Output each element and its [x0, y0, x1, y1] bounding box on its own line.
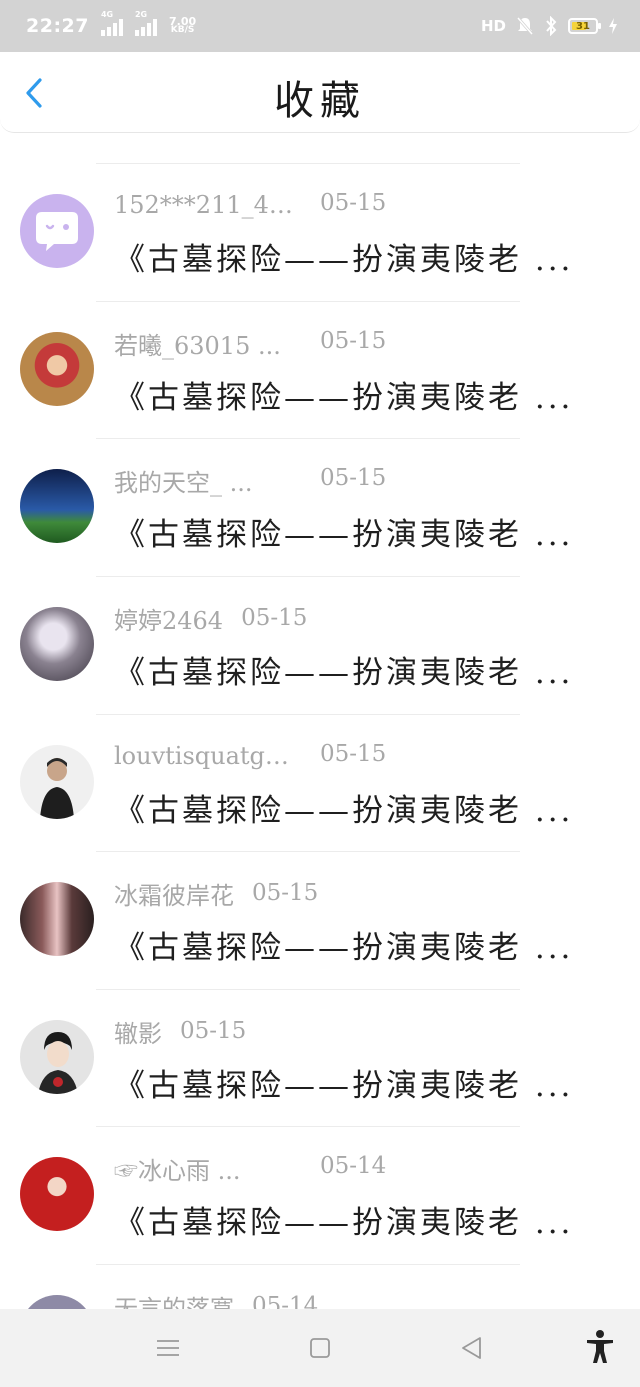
- username: 我的天空_ ...: [114, 468, 253, 497]
- square-icon: [310, 1338, 330, 1358]
- screen: 22:27 4G 2G 7.00 KB/S HD 31 收藏 152***211…: [0, 0, 640, 1387]
- avatar: [20, 1157, 94, 1231]
- username: 冰霜彼岸花: [114, 881, 234, 910]
- triangle-back-icon: [462, 1337, 481, 1359]
- accessibility-button[interactable]: [584, 1329, 616, 1365]
- signal-type-label: 4G: [100, 10, 114, 19]
- item-meta: ☞冰心雨 ... 05-14: [114, 1153, 386, 1185]
- date: 05-15: [241, 605, 308, 631]
- header: 收藏: [0, 52, 640, 133]
- date: 05-15: [180, 1018, 247, 1044]
- system-nav-bar: [0, 1309, 640, 1387]
- list-item[interactable]: ☞冰心雨 ... 05-14 《古墓探险——扮演夷陵老 ...: [0, 1127, 640, 1264]
- item-meta: louvtisquatg ... 05-15: [114, 741, 386, 771]
- person-portrait-icon: [38, 1032, 78, 1094]
- message-preview: 《古墓探险——扮演夷陵老 ...: [114, 793, 574, 829]
- list-item[interactable]: 152***211_4 ... 05-15 《古墓探险——扮演夷陵老 ...: [0, 164, 640, 301]
- avatar: [20, 469, 94, 543]
- list-item[interactable]: 辙影 05-15 《古墓探险——扮演夷陵老 ...: [0, 990, 640, 1127]
- avatar: [20, 607, 94, 681]
- date: 05-15: [320, 741, 387, 767]
- avatar: [20, 332, 94, 406]
- username: 152***211_4 ...: [114, 191, 294, 219]
- item-meta: 婷婷2464 05-15: [114, 603, 308, 635]
- menu-icon: [157, 1340, 179, 1356]
- page-title: 收藏: [274, 78, 366, 124]
- date: 05-14: [252, 1293, 319, 1309]
- network-speed-unit: KB/S: [170, 25, 195, 35]
- username: 若曦_63015 ...: [114, 331, 281, 360]
- message-preview: 《古墓探险——扮演夷陵老 ...: [114, 1205, 574, 1241]
- avatar: [20, 1295, 94, 1309]
- status-bar: 22:27 4G 2G 7.00 KB/S HD 31: [0, 0, 640, 52]
- username: 辙影: [114, 1019, 162, 1048]
- home-button[interactable]: [305, 1333, 335, 1363]
- item-meta: 无言的落寞 05-14: [114, 1291, 318, 1309]
- message-preview: 《古墓探险——扮演夷陵老 ...: [114, 517, 574, 553]
- bluetooth-icon: [546, 16, 557, 36]
- date: 05-15: [252, 880, 319, 906]
- charging-icon: [609, 18, 617, 34]
- favorites-list: 152***211_4 ... 05-15 《古墓探险——扮演夷陵老 ... 若…: [0, 132, 640, 1309]
- signal-icon: 4G: [100, 10, 123, 36]
- message-preview: 《古墓探险——扮演夷陵老 ...: [114, 1068, 574, 1104]
- battery-icon: 31: [568, 18, 601, 34]
- username: 无言的落寞: [114, 1294, 234, 1310]
- mute-icon: [516, 17, 534, 35]
- avatar: [20, 882, 94, 956]
- date: 05-14: [320, 1153, 387, 1179]
- item-meta: 辙影 05-15: [114, 1016, 247, 1048]
- list-item[interactable]: 冰霜彼岸花 05-15 《古墓探险——扮演夷陵老 ...: [0, 852, 640, 989]
- item-meta: 152***211_4 ... 05-15: [114, 190, 386, 220]
- message-preview: 《古墓探险——扮演夷陵老 ...: [114, 380, 574, 416]
- person-silhouette-icon: [40, 758, 74, 819]
- date: 05-15: [320, 465, 387, 491]
- message-preview: 《古墓探险——扮演夷陵老 ...: [114, 655, 574, 691]
- username: ☞冰心雨 ...: [114, 1156, 241, 1185]
- battery-level: 31: [576, 20, 590, 32]
- accessibility-icon: [587, 1330, 613, 1363]
- network-speed: 7.00 KB/S: [169, 16, 196, 35]
- item-meta: 冰霜彼岸花 05-15: [114, 878, 319, 910]
- hd-label: HD: [480, 17, 506, 35]
- avatar: [20, 1020, 94, 1094]
- message-preview: 《古墓探险——扮演夷陵老 ...: [114, 242, 574, 278]
- list-item[interactable]: 无言的落寞 05-14: [0, 1265, 640, 1309]
- username: louvtisquatg ...: [114, 742, 294, 770]
- chat-bubble-icon: [36, 212, 78, 251]
- avatar: [20, 194, 94, 268]
- list-item[interactable]: 若曦_63015 ... 05-15 《古墓探险——扮演夷陵老 ...: [0, 302, 640, 439]
- signal-type-label: 2G: [134, 10, 148, 19]
- signal-icon: 2G: [134, 10, 157, 36]
- back-nav-button[interactable]: [457, 1333, 487, 1363]
- status-bar-left: 22:27 4G 2G 7.00 KB/S: [26, 10, 196, 37]
- item-meta: 我的天空_ ... 05-15: [114, 465, 386, 497]
- menu-button[interactable]: [153, 1333, 183, 1363]
- item-meta: 若曦_63015 ... 05-15: [114, 328, 386, 360]
- message-preview: 《古墓探险——扮演夷陵老 ...: [114, 930, 574, 966]
- username: 婷婷2464: [114, 606, 224, 635]
- status-time: 22:27: [26, 15, 89, 37]
- list-item[interactable]: louvtisquatg ... 05-15 《古墓探险——扮演夷陵老 ...: [0, 715, 640, 852]
- avatar: [20, 745, 94, 819]
- date: 05-15: [320, 190, 387, 216]
- status-bar-right: HD 31: [481, 16, 618, 36]
- list-item[interactable]: 我的天空_ ... 05-15 《古墓探险——扮演夷陵老 ...: [0, 439, 640, 576]
- date: 05-15: [320, 328, 387, 354]
- list-item[interactable]: 婷婷2464 05-15 《古墓探险——扮演夷陵老 ...: [0, 577, 640, 714]
